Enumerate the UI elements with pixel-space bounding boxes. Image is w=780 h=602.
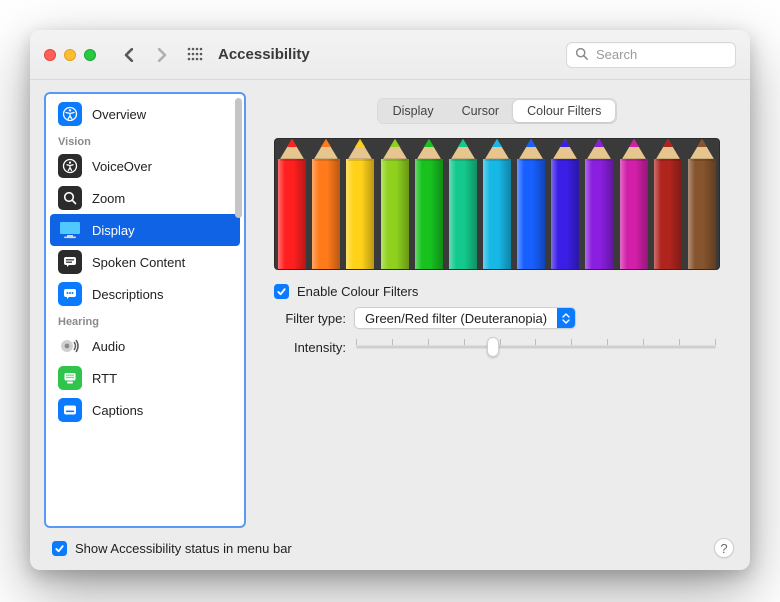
pencil-swatch [480, 139, 514, 269]
pencil-swatch [548, 139, 582, 269]
sidebar-item-label: Captions [92, 404, 143, 417]
sidebar-item-captions[interactable]: Captions [50, 394, 240, 426]
traffic-lights [44, 49, 96, 61]
pencil-swatch [275, 139, 309, 269]
spoken-content-icon [58, 250, 82, 274]
sidebar-item-voiceover[interactable]: VoiceOver [50, 150, 240, 182]
sidebar-item-rtt[interactable]: RTT [50, 362, 240, 394]
search-icon [575, 47, 588, 63]
pencil-swatch [651, 139, 685, 269]
sidebar: Overview Vision VoiceOver Zoom [44, 92, 246, 528]
zoom-window-button[interactable] [84, 49, 96, 61]
tab-display[interactable]: Display [379, 100, 448, 122]
sidebar-item-label: Overview [92, 108, 146, 121]
rtt-icon [58, 366, 82, 390]
sidebar-item-label: Zoom [92, 192, 125, 205]
pencil-swatch [309, 139, 343, 269]
captions-icon [58, 398, 82, 422]
intensity-label: Intensity: [274, 340, 346, 355]
sidebar-item-audio[interactable]: Audio [50, 330, 240, 362]
sidebar-item-label: Display [92, 224, 135, 237]
pencil-swatch [446, 139, 480, 269]
show-all-prefs-button[interactable] [186, 46, 204, 64]
show-status-menubar-checkbox[interactable] [52, 541, 67, 556]
sidebar-item-display[interactable]: Display [50, 214, 240, 246]
sidebar-item-label: Descriptions [92, 288, 164, 301]
tab-colour-filters[interactable]: Colour Filters [513, 100, 615, 122]
show-status-menubar-label: Show Accessibility status in menu bar [75, 541, 292, 556]
window-title: Accessibility [218, 46, 310, 63]
tab-cursor[interactable]: Cursor [448, 100, 514, 122]
filter-type-select[interactable]: Green/Red filter (Deuteranopia) [354, 307, 576, 329]
pencil-swatch [685, 139, 719, 269]
audio-icon [58, 334, 82, 358]
sidebar-list[interactable]: Overview Vision VoiceOver Zoom [46, 94, 244, 526]
scrollbar-thumb[interactable] [235, 98, 242, 218]
slider-ticks [356, 339, 716, 345]
colour-preview [274, 138, 720, 270]
filter-type-label: Filter type: [274, 311, 346, 326]
sidebar-section-hearing: Hearing [46, 310, 244, 330]
voiceover-icon [58, 154, 82, 178]
sidebar-item-label: VoiceOver [92, 160, 152, 173]
sidebar-item-label: Spoken Content [92, 256, 185, 269]
pencil-swatch [343, 139, 377, 269]
intensity-row: Intensity: [274, 337, 720, 357]
sub-tabs: Display Cursor Colour Filters [377, 98, 618, 124]
pencil-swatch [617, 139, 651, 269]
content-pane: Display Cursor Colour Filters Enable Col… [258, 92, 736, 528]
sidebar-item-label: Audio [92, 340, 125, 353]
footer: Show Accessibility status in menu bar ? [30, 538, 750, 570]
filter-type-value: Green/Red filter (Deuteranopia) [355, 311, 557, 326]
enable-colour-filters-label: Enable Colour Filters [297, 284, 418, 299]
descriptions-icon [58, 282, 82, 306]
zoom-icon [58, 186, 82, 210]
pencil-swatch [582, 139, 616, 269]
sidebar-item-overview[interactable]: Overview [50, 98, 240, 130]
slider-rail [356, 346, 716, 349]
sidebar-item-descriptions[interactable]: Descriptions [50, 278, 240, 310]
back-button[interactable] [118, 44, 140, 66]
enable-colour-filters-checkbox[interactable] [274, 284, 289, 299]
close-window-button[interactable] [44, 49, 56, 61]
preferences-window: Accessibility Overview Vision [30, 30, 750, 570]
search-field[interactable] [566, 42, 736, 68]
search-input[interactable] [594, 46, 727, 63]
pencil-swatch [514, 139, 548, 269]
titlebar: Accessibility [30, 30, 750, 80]
sidebar-item-zoom[interactable]: Zoom [50, 182, 240, 214]
minimize-window-button[interactable] [64, 49, 76, 61]
sidebar-scrollbar[interactable] [234, 98, 242, 522]
pencil-swatch [412, 139, 446, 269]
help-button[interactable]: ? [714, 538, 734, 558]
sidebar-item-spoken-content[interactable]: Spoken Content [50, 246, 240, 278]
accessibility-icon [58, 102, 82, 126]
nav-buttons [118, 44, 172, 66]
sidebar-item-label: RTT [92, 372, 117, 385]
sidebar-section-vision: Vision [46, 130, 244, 150]
filter-type-row: Filter type: Green/Red filter (Deuterano… [274, 307, 720, 329]
display-icon [58, 218, 82, 242]
chevrons-up-down-icon [557, 307, 575, 329]
intensity-slider[interactable] [356, 337, 716, 357]
pencil-swatch [377, 139, 411, 269]
enable-colour-filters-row: Enable Colour Filters [274, 284, 720, 299]
slider-knob[interactable] [487, 337, 499, 357]
forward-button[interactable] [150, 44, 172, 66]
